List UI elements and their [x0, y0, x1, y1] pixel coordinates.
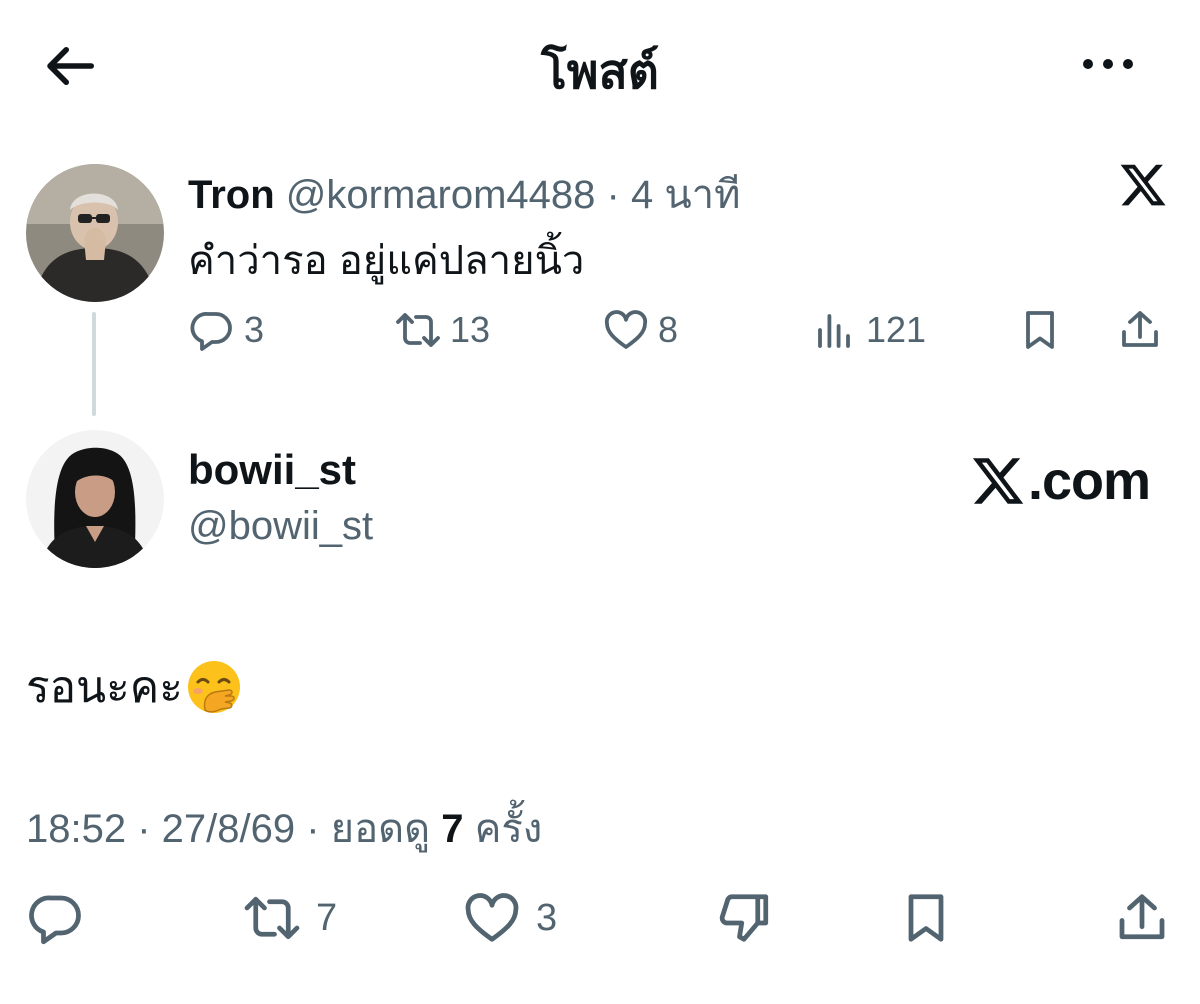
tweet-text-content: รอนะคะ [26, 663, 183, 712]
reply-icon [188, 306, 236, 354]
like-count: 3 [536, 896, 558, 939]
avatar[interactable] [26, 164, 164, 302]
x-logo-icon [970, 453, 1026, 509]
tweet-text: รอนะคะ [26, 652, 243, 722]
reply-icon [26, 888, 86, 948]
timestamp[interactable]: · 4 นาที [607, 173, 741, 217]
face-with-hand-over-mouth-emoji [185, 658, 243, 716]
like-button[interactable]: 8 [602, 300, 678, 360]
dislike-button[interactable] [714, 888, 788, 948]
views-button[interactable]: 121 [810, 300, 926, 360]
username[interactable]: @bowii_st [188, 504, 373, 549]
x-logo-icon [1118, 160, 1168, 210]
tweet-header: Tron @kormarom4488 · 4 นาที [188, 162, 741, 226]
page-title: โพสต์ [541, 46, 659, 99]
like-button[interactable]: 3 [462, 888, 557, 948]
thumbs-down-icon [714, 888, 774, 948]
repost-count: 13 [450, 309, 491, 350]
reply-button[interactable]: 3 [188, 300, 264, 360]
post-time[interactable]: 18:52 [26, 807, 126, 851]
views-count: 7 [441, 807, 464, 851]
share-icon [1116, 306, 1164, 354]
bookmark-button[interactable] [1016, 300, 1072, 360]
heart-icon [602, 306, 650, 354]
watermark-text: .com [1028, 451, 1151, 511]
repost-icon [242, 888, 302, 948]
repost-count: 7 [316, 896, 338, 939]
display-name[interactable]: Tron [188, 173, 275, 217]
tweet-text: คำว่ารอ อยู่แค่ปลายนิ้ว [188, 239, 585, 283]
repost-button[interactable]: 7 [242, 888, 337, 948]
avatar[interactable] [26, 430, 164, 568]
views-prefix: ยอดดู [330, 807, 442, 851]
separator: · [126, 807, 162, 851]
display-name[interactable]: bowii_st [188, 446, 356, 494]
x-com-watermark: .com [970, 450, 1151, 512]
post-date[interactable]: 27/8/69 [162, 807, 295, 851]
views-count: 121 [866, 309, 927, 350]
like-count: 8 [658, 309, 679, 350]
separator: · [295, 807, 331, 851]
bookmark-icon [1016, 306, 1064, 354]
views-icon [810, 306, 858, 354]
username[interactable]: @kormarom4488 [286, 173, 596, 217]
more-dots-icon[interactable] [1076, 44, 1140, 84]
tweet-meta: 18:52 · 27/8/69 · ยอดดู 7 ครั้ง [26, 796, 542, 860]
share-button[interactable] [1112, 888, 1186, 948]
reply-button[interactable] [26, 888, 100, 948]
reply-count: 3 [244, 309, 265, 350]
repost-button[interactable]: 13 [394, 300, 490, 360]
repost-icon [394, 306, 442, 354]
share-icon [1112, 888, 1172, 948]
bookmark-icon [896, 888, 956, 948]
views-suffix: ครั้ง [463, 807, 543, 851]
share-button[interactable] [1116, 300, 1172, 360]
bookmark-button[interactable] [896, 888, 970, 948]
thread-line [92, 312, 96, 416]
heart-icon [462, 888, 522, 948]
